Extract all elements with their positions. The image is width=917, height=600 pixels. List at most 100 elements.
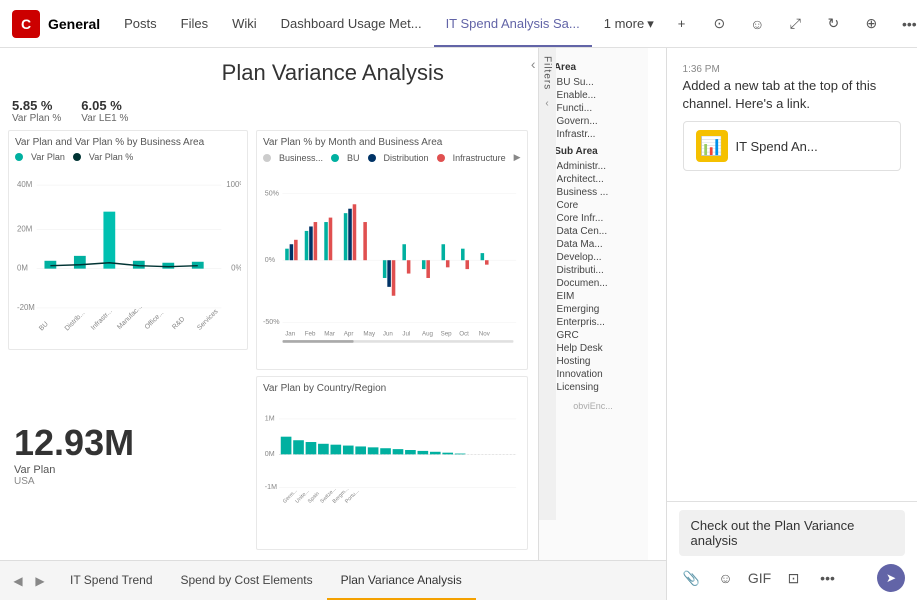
it-sub-area-title: IT Sub Area bbox=[543, 146, 644, 157]
app-icon: C bbox=[12, 10, 40, 38]
filters-label: Filters bbox=[540, 48, 555, 98]
svg-text:Jan: Jan bbox=[285, 331, 296, 338]
big-number-box: 12.93M Var Plan USA bbox=[8, 358, 140, 550]
gif-icon[interactable]: GIF bbox=[747, 565, 773, 591]
nav-tab-dashboard[interactable]: Dashboard Usage Met... bbox=[269, 0, 434, 47]
it-area-title: IT Area bbox=[543, 62, 644, 73]
tab-spend-cost[interactable]: Spend by Cost Elements bbox=[167, 561, 327, 600]
channel-name: General bbox=[48, 16, 100, 32]
next-tab-arrow[interactable]: ▶ bbox=[30, 571, 50, 591]
svg-text:Nov: Nov bbox=[479, 331, 491, 338]
country-chart-label: Var Plan by Country/Region bbox=[263, 383, 521, 394]
chat-input-area: Check out the Plan Variance analysis 📎 ☺… bbox=[667, 501, 917, 600]
svg-text:0%: 0% bbox=[231, 264, 241, 273]
svg-text:20M: 20M bbox=[17, 224, 32, 233]
nav-tab-itspend[interactable]: IT Spend Analysis Sa... bbox=[434, 0, 592, 47]
stat-var-le1: 6.05 % Var LE1 % bbox=[81, 98, 128, 124]
svg-text:R&D: R&D bbox=[171, 316, 186, 331]
legend-distribution-dot bbox=[368, 154, 376, 162]
expand-icon[interactable]: ⤢ bbox=[781, 10, 809, 38]
svg-text:Infrastr...: Infrastr... bbox=[90, 308, 114, 331]
svg-text:0%: 0% bbox=[265, 256, 276, 264]
nav-tab-add[interactable]: + bbox=[666, 0, 698, 47]
more-tools-icon[interactable]: ••• bbox=[815, 565, 841, 591]
chevron-down-icon: ▾ bbox=[647, 16, 654, 32]
svg-text:Feb: Feb bbox=[305, 331, 316, 338]
svg-text:-1M: -1M bbox=[265, 483, 277, 491]
svg-text:Sep: Sep bbox=[441, 331, 453, 338]
svg-text:Manufac...: Manufac... bbox=[116, 303, 144, 331]
line-chart-label: Var Plan and Var Plan % by Business Area bbox=[15, 137, 241, 148]
svg-text:Services: Services bbox=[196, 308, 220, 331]
collapse-icon[interactable]: ‹ bbox=[531, 56, 536, 72]
attach-icon[interactable]: 📎 bbox=[679, 565, 705, 591]
svg-text:0M: 0M bbox=[17, 264, 28, 273]
svg-text:Distrib...: Distrib... bbox=[64, 310, 87, 331]
svg-text:Office...: Office... bbox=[144, 309, 166, 331]
emoji-icon[interactable]: ☺ bbox=[713, 565, 739, 591]
chevron-filter-icon: ‹ bbox=[545, 98, 548, 109]
nav-tab-files[interactable]: Files bbox=[169, 0, 220, 47]
legend-bu-dot bbox=[331, 154, 339, 162]
svg-text:40M: 40M bbox=[17, 180, 32, 189]
bar-chart-legend: Business... BU Distribution Infrastructu… bbox=[263, 152, 521, 163]
tab-plan-variance[interactable]: Plan Variance Analysis bbox=[327, 561, 476, 600]
sticker-icon[interactable]: ⊡ bbox=[781, 565, 807, 591]
svg-text:1M: 1M bbox=[265, 415, 275, 423]
tab-bar: ◀ ▶ IT Spend Trend Spend by Cost Element… bbox=[0, 560, 666, 600]
svg-text:Mar: Mar bbox=[324, 331, 335, 338]
top-nav: C General Posts Files Wiki Dashboard Usa… bbox=[0, 0, 917, 48]
card-link[interactable]: 📊 IT Spend An... bbox=[683, 121, 901, 171]
svg-text:Jun: Jun bbox=[383, 331, 394, 338]
globe-icon[interactable]: ⊕ bbox=[857, 10, 885, 38]
card-icon: 📊 bbox=[696, 130, 728, 162]
chart-left: Var Plan and Var Plan % by Business Area… bbox=[8, 130, 248, 550]
svg-text:Oct: Oct bbox=[459, 331, 469, 338]
svg-text:Apr: Apr bbox=[344, 331, 354, 338]
svg-text:Jul: Jul bbox=[402, 331, 410, 338]
tab-itspend-trend[interactable]: IT Spend Trend bbox=[56, 561, 167, 600]
it-area-items: BU Su... Enable... Functi... Govern... I… bbox=[543, 77, 644, 140]
svg-text:May: May bbox=[363, 331, 376, 338]
legend-business-dot bbox=[263, 154, 271, 162]
obvenc-label: obviEnc... bbox=[543, 401, 644, 411]
chat-toolbar: 📎 ☺ GIF ⊡ ••• ➤ bbox=[679, 564, 905, 592]
it-sub-area-items: Administr... Architect... Business ... C… bbox=[543, 161, 644, 393]
chat-panel: 1:36 PM Added a new tab at the top of th… bbox=[667, 48, 917, 600]
svg-text:-50%: -50% bbox=[263, 318, 280, 326]
svg-text:100%: 100% bbox=[226, 180, 241, 189]
country-bar-svg: 1M 0M -1M bbox=[263, 398, 521, 518]
report-area: ‹ Plan Variance Analysis 5.85 % Var Plan… bbox=[0, 48, 666, 560]
legend-varplan-dot bbox=[15, 153, 23, 161]
refresh-icon[interactable]: ↻ bbox=[819, 10, 847, 38]
card-title: IT Spend An... bbox=[736, 139, 818, 154]
dashboard-panel: ‹ Plan Variance Analysis 5.85 % Var Plan… bbox=[0, 48, 667, 600]
stat-var-plan: 5.85 % Var Plan % bbox=[12, 98, 61, 124]
nav-tab-wiki[interactable]: Wiki bbox=[220, 0, 269, 47]
nav-tab-posts[interactable]: Posts bbox=[112, 0, 169, 47]
send-button[interactable]: ➤ bbox=[877, 564, 905, 592]
svg-text:BU: BU bbox=[38, 321, 50, 331]
variance-bar-chart: Var Plan % by Month and Business Area Bu… bbox=[256, 130, 528, 370]
main-area: ‹ Plan Variance Analysis 5.85 % Var Plan… bbox=[0, 48, 917, 600]
prev-tab-arrow[interactable]: ◀ bbox=[8, 571, 28, 591]
svg-text:-20M: -20M bbox=[17, 303, 35, 312]
more-icon[interactable]: ••• bbox=[895, 10, 917, 38]
filters-toggle[interactable]: Filters ‹ bbox=[538, 48, 556, 520]
line-chart-svg: 40M 20M 0M -20M 100% 0% bbox=[15, 166, 241, 331]
legend-varplanpct-dot bbox=[73, 153, 81, 161]
svg-text:50%: 50% bbox=[265, 189, 280, 197]
svg-text:Aug: Aug bbox=[422, 331, 434, 338]
chat-message-1: 1:36 PM Added a new tab at the top of th… bbox=[683, 64, 901, 171]
line-chart-box: Var Plan and Var Plan % by Business Area… bbox=[8, 130, 248, 350]
emoji-nav-icon[interactable]: ☺ bbox=[743, 10, 771, 38]
monthly-bar-svg: 50% 0% -50% bbox=[263, 167, 521, 357]
svg-text:0M: 0M bbox=[265, 450, 275, 458]
nav-tab-dropdown[interactable]: 1 more ▾ bbox=[592, 0, 666, 47]
nav-tabs: Posts Files Wiki Dashboard Usage Met... … bbox=[112, 0, 697, 47]
country-chart-box: Var Plan by Country/Region 1M 0M -1M bbox=[256, 376, 528, 550]
msg-text: Added a new tab at the top of this chann… bbox=[683, 77, 901, 113]
search-icon[interactable]: ⊙ bbox=[705, 10, 733, 38]
line-chart-legend: Var Plan Var Plan % bbox=[15, 152, 241, 162]
send-icon: ➤ bbox=[886, 571, 896, 585]
